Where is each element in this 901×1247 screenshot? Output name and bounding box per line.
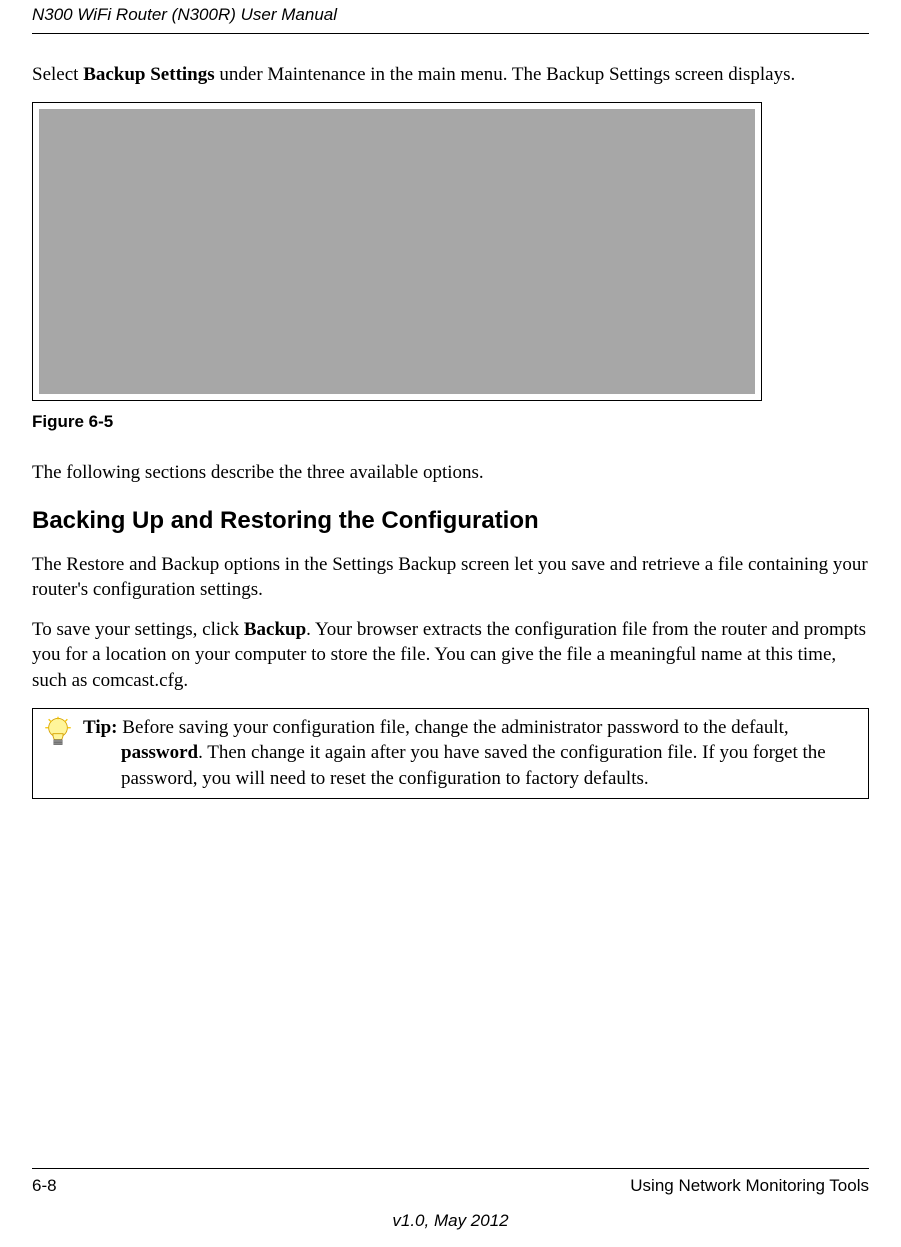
header-title: N300 WiFi Router (N300R) User Manual: [32, 5, 337, 24]
paragraph-restore-backup: The Restore and Backup options in the Se…: [32, 552, 869, 603]
text: . Then change it again after you have sa…: [121, 742, 826, 789]
footer-row: 6-8 Using Network Monitoring Tools: [32, 1175, 869, 1198]
text: Select: [32, 64, 83, 85]
tip-text: Tip: Before saving your configuration fi…: [83, 709, 868, 798]
figure-caption: Figure 6-5: [32, 411, 869, 434]
tip-paragraph: Tip: Before saving your configuration fi…: [83, 715, 860, 792]
bold-text: Backup: [244, 619, 306, 640]
text: To save your settings, click: [32, 619, 244, 640]
paragraph-save-settings: To save your settings, click Backup. You…: [32, 617, 869, 694]
text: Before saving your configuration file, c…: [118, 717, 789, 738]
footer-version: v1.0, May 2012: [32, 1210, 869, 1233]
tip-label: Tip:: [83, 717, 118, 738]
page-number: 6-8: [32, 1175, 57, 1198]
paragraph-options: The following sections describe the thre…: [32, 460, 869, 486]
text: under Maintenance in the main menu. The …: [215, 64, 796, 85]
section-heading: Backing Up and Restoring the Configurati…: [32, 505, 869, 537]
page-header: N300 WiFi Router (N300R) User Manual: [32, 0, 869, 34]
bold-text: password: [121, 742, 198, 763]
paragraph-intro: Select Backup Settings under Maintenance…: [32, 62, 869, 88]
tip-icon-cell: [33, 709, 83, 755]
figure-placeholder: [39, 109, 755, 394]
figure-box: [32, 102, 762, 401]
section-name: Using Network Monitoring Tools: [630, 1175, 869, 1198]
tip-callout: Tip: Before saving your configuration fi…: [32, 708, 869, 799]
bold-text: Backup Settings: [83, 64, 214, 85]
lightbulb-icon: [41, 715, 75, 749]
page-footer: 6-8 Using Network Monitoring Tools v1.0,…: [32, 1168, 869, 1233]
